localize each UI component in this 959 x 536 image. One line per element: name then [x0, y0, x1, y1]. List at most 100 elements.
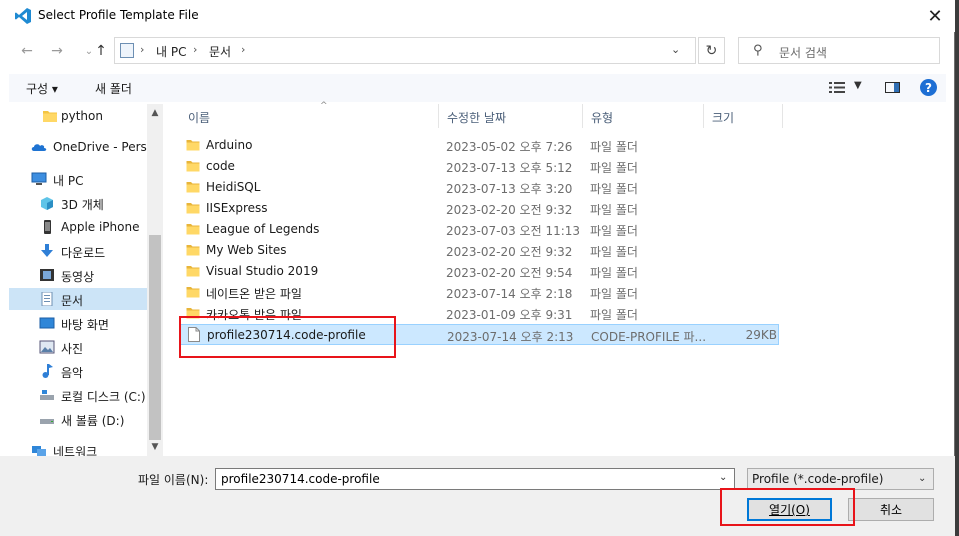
sidebar-item-music[interactable]: 음악 [9, 360, 147, 382]
picture-icon [39, 340, 55, 354]
column-header-modified[interactable]: 수정한 날짜 [439, 104, 583, 128]
file-type: 파일 폴더 [590, 287, 638, 301]
sidebar-item-pictures[interactable]: 사진 [9, 336, 147, 358]
file-row[interactable]: profile230714.code-profile 2023-07-14 오후 … [180, 324, 779, 345]
file-modified: 2023-07-13 오후 5:12 [446, 161, 573, 175]
sidebar-item-label: 내 PC [53, 174, 84, 188]
breadcrumb-separator: › [140, 43, 145, 56]
view-details-icon[interactable] [829, 81, 845, 94]
window-title: Select Profile Template File [38, 8, 199, 22]
sidebar-item-videos[interactable]: 동영상 [9, 264, 147, 286]
navigation-scrollbar[interactable]: ▲ ▼ [147, 104, 163, 456]
open-button-label: 열기(O) [769, 503, 810, 517]
sidebar-item-3d-objects[interactable]: 3D 개체 [9, 192, 147, 214]
file-type: 파일 폴더 [590, 161, 638, 175]
scroll-up-icon[interactable]: ▲ [149, 106, 161, 120]
refresh-icon: ↻ [705, 42, 718, 59]
file-row[interactable]: Arduino 2023-05-02 오후 7:26 파일 폴더 [180, 135, 779, 156]
file-row[interactable]: code 2023-07-13 오후 5:12 파일 폴더 [180, 156, 779, 177]
file-modified: 2023-07-14 오후 2:18 [446, 287, 573, 301]
command-toolbar: 구성 ▾ 새 폴더 ▼ ? [9, 74, 946, 102]
network-icon [32, 446, 46, 456]
file-type: 파일 폴더 [590, 140, 638, 154]
column-header-size[interactable]: 크기 [704, 104, 783, 128]
preview-pane-icon[interactable] [885, 82, 900, 93]
file-type: 파일 폴더 [590, 203, 638, 217]
sidebar-item-desktop[interactable]: 바탕 화면 [9, 312, 147, 334]
file-row[interactable]: Visual Studio 2019 2023-02-20 오전 9:54 파일 폴… [180, 261, 779, 282]
sidebar-item-label: 음악 [61, 366, 84, 380]
search-box[interactable]: ⚲ 문서 검색 [738, 37, 940, 64]
folder-icon [186, 287, 200, 298]
organize-button[interactable]: 구성 ▾ [26, 80, 58, 97]
address-dropdown-icon[interactable]: ⌄ [671, 43, 680, 56]
sidebar-item-network[interactable]: 네트워크 [9, 439, 147, 456]
close-icon: ✕ [927, 5, 943, 27]
breadcrumb-documents[interactable]: 문서 [209, 43, 231, 60]
new-folder-button[interactable]: 새 폴더 [95, 80, 132, 97]
file-icon [188, 327, 200, 342]
file-row[interactable]: My Web Sites 2023-02-20 오전 9:32 파일 폴더 [180, 240, 779, 261]
file-row[interactable]: HeidiSQL 2023-07-13 오후 3:20 파일 폴더 [180, 177, 779, 198]
view-dropdown-icon[interactable]: ▼ [854, 80, 862, 91]
file-name: 카카오톡 받은 파일 [206, 308, 302, 322]
breadcrumb-pc[interactable]: 내 PC [156, 43, 186, 60]
folder-icon [186, 140, 200, 151]
cancel-button[interactable]: 취소 [848, 498, 934, 521]
dialog-footer: 파일 이름(N): ⌄ Profile (*.code-profile) ⌄ 열… [0, 456, 955, 536]
sidebar-item-label: 동영상 [61, 270, 95, 284]
file-modified: 2023-07-13 오후 3:20 [446, 182, 573, 196]
file-row[interactable]: 카카오톡 받은 파일 2023-01-09 오후 9:31 파일 폴더 [180, 303, 779, 324]
sidebar-item-onedrive[interactable]: OneDrive - Person [9, 136, 147, 158]
sidebar-item-local-disk-c[interactable]: 로컬 디스크 (C:) [9, 384, 147, 406]
file-type-select[interactable]: Profile (*.code-profile) ⌄ [747, 468, 934, 490]
scrollbar-thumb[interactable] [149, 235, 161, 440]
breadcrumb-separator: › [193, 43, 198, 56]
file-name: profile230714.code-profile [207, 328, 366, 342]
cloud-icon [31, 144, 47, 151]
sidebar-item-documents[interactable]: 문서 [9, 288, 147, 310]
filename-dropdown-icon[interactable]: ⌄ [719, 472, 727, 483]
column-label: 크기 [712, 111, 735, 125]
pc-icon [31, 172, 47, 185]
sidebar-item-volume-d[interactable]: 새 볼륨 (D:) [9, 408, 147, 430]
file-row[interactable]: IISExpress 2023-02-20 오전 9:32 파일 폴더 [180, 198, 779, 219]
sidebar-item-this-pc[interactable]: 내 PC [9, 168, 147, 190]
arrow-right-icon: → [51, 43, 63, 59]
open-button[interactable]: 열기(O) [747, 498, 832, 521]
search-placeholder: 문서 검색 [779, 46, 827, 60]
file-row[interactable]: 네이트온 받은 파일 2023-07-14 오후 2:18 파일 폴더 [180, 282, 779, 303]
file-name: HeidiSQL [206, 180, 261, 194]
refresh-button[interactable]: ↻ [698, 37, 725, 64]
sidebar-item-iphone[interactable]: Apple iPhone [9, 216, 147, 238]
sidebar-item-python[interactable]: python [9, 105, 147, 127]
sidebar-item-label: python [61, 109, 103, 123]
document-icon [41, 292, 53, 306]
close-button[interactable]: ✕ [916, 2, 954, 30]
arrow-left-icon: ← [21, 43, 33, 59]
file-type: CODE-PROFILE 파... [591, 330, 707, 344]
scroll-down-icon[interactable]: ▼ [149, 440, 161, 454]
forward-button[interactable]: → [46, 40, 68, 62]
sidebar-item-label: 바탕 화면 [61, 318, 109, 332]
download-icon [41, 244, 53, 257]
video-icon [40, 269, 54, 281]
column-header-type[interactable]: 유형 [583, 104, 704, 128]
up-button[interactable]: ↑ [90, 40, 112, 62]
back-button[interactable]: ← [16, 40, 38, 62]
file-size: 29KB [745, 328, 777, 342]
folder-icon [186, 245, 200, 256]
search-icon: ⚲ [753, 43, 763, 58]
sidebar-item-downloads[interactable]: 다운로드 [9, 240, 147, 262]
file-type: 파일 폴더 [590, 224, 638, 238]
column-header-name[interactable]: ^ 이름 [180, 101, 439, 128]
filename-field[interactable]: ⌄ [215, 468, 735, 490]
address-bar[interactable]: › 내 PC › 문서 › ⌄ [114, 37, 696, 64]
disk-icon [40, 419, 54, 424]
help-icon[interactable]: ? [920, 79, 937, 96]
chevron-down-icon: ⌄ [918, 473, 927, 484]
file-row[interactable]: League of Legends 2023-07-03 오전 11:13 파일 폴… [180, 219, 779, 240]
file-modified: 2023-05-02 오후 7:26 [446, 140, 573, 154]
filename-input[interactable] [219, 471, 703, 487]
sort-ascending-icon: ^ [320, 101, 328, 111]
